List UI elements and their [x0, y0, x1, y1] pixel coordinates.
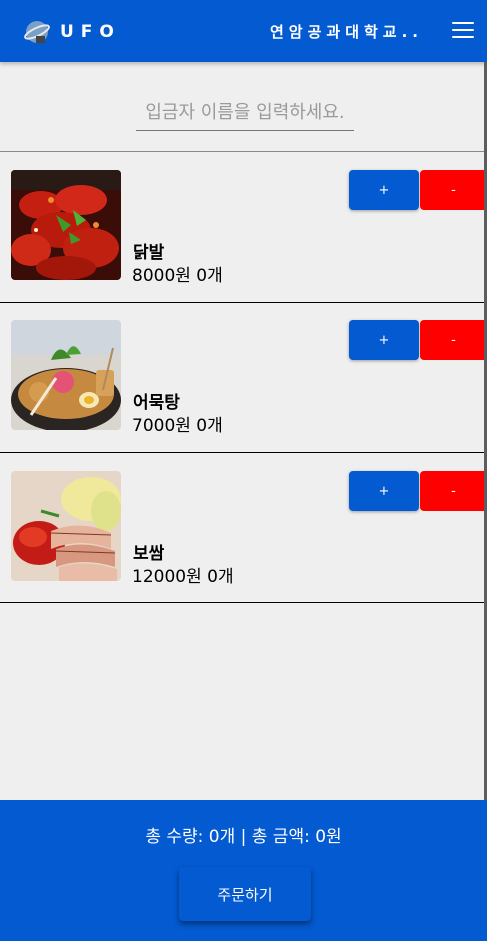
school-name: 연암공과대학교.. — [270, 23, 423, 41]
divider — [0, 602, 487, 603]
order-summary: 총 수량: 0개 | 총 금액: 0원 — [145, 827, 342, 847]
fish-cake-soup-image — [11, 320, 121, 430]
depositor-name-input[interactable] — [136, 94, 354, 131]
decrease-button[interactable]: - — [420, 170, 487, 210]
menu-item: 닭발 8000원 0개 + - — [0, 152, 487, 302]
item-price-quantity: 7000원 0개 — [132, 416, 223, 436]
item-price-quantity: 8000원 0개 — [132, 266, 223, 286]
increase-button[interactable]: + — [349, 471, 419, 511]
planet-logo-icon — [24, 21, 50, 43]
decrease-button[interactable]: - — [420, 471, 487, 511]
item-name: 보쌈 — [133, 544, 165, 564]
item-name: 닭발 — [133, 243, 165, 263]
app-header: UFO 연암공과대학교.. — [0, 0, 487, 62]
increase-button[interactable]: + — [349, 170, 419, 210]
item-name: 어묵탕 — [133, 393, 180, 413]
place-order-button[interactable]: 주문하기 — [179, 867, 311, 921]
increase-button[interactable]: + — [349, 320, 419, 360]
menu-item: 어묵탕 7000원 0개 + - — [0, 302, 487, 452]
hamburger-menu-icon[interactable] — [452, 22, 474, 40]
spicy-chicken-feet-image — [11, 170, 121, 280]
brand-name: UFO — [60, 22, 121, 42]
decrease-button[interactable]: - — [420, 320, 487, 360]
bossam-pork-image — [11, 471, 121, 581]
order-footer: 총 수량: 0개 | 총 금액: 0원 주문하기 — [0, 800, 487, 941]
menu-item: 보쌈 12000원 0개 + - — [0, 453, 487, 603]
item-price-quantity: 12000원 0개 — [132, 567, 234, 587]
